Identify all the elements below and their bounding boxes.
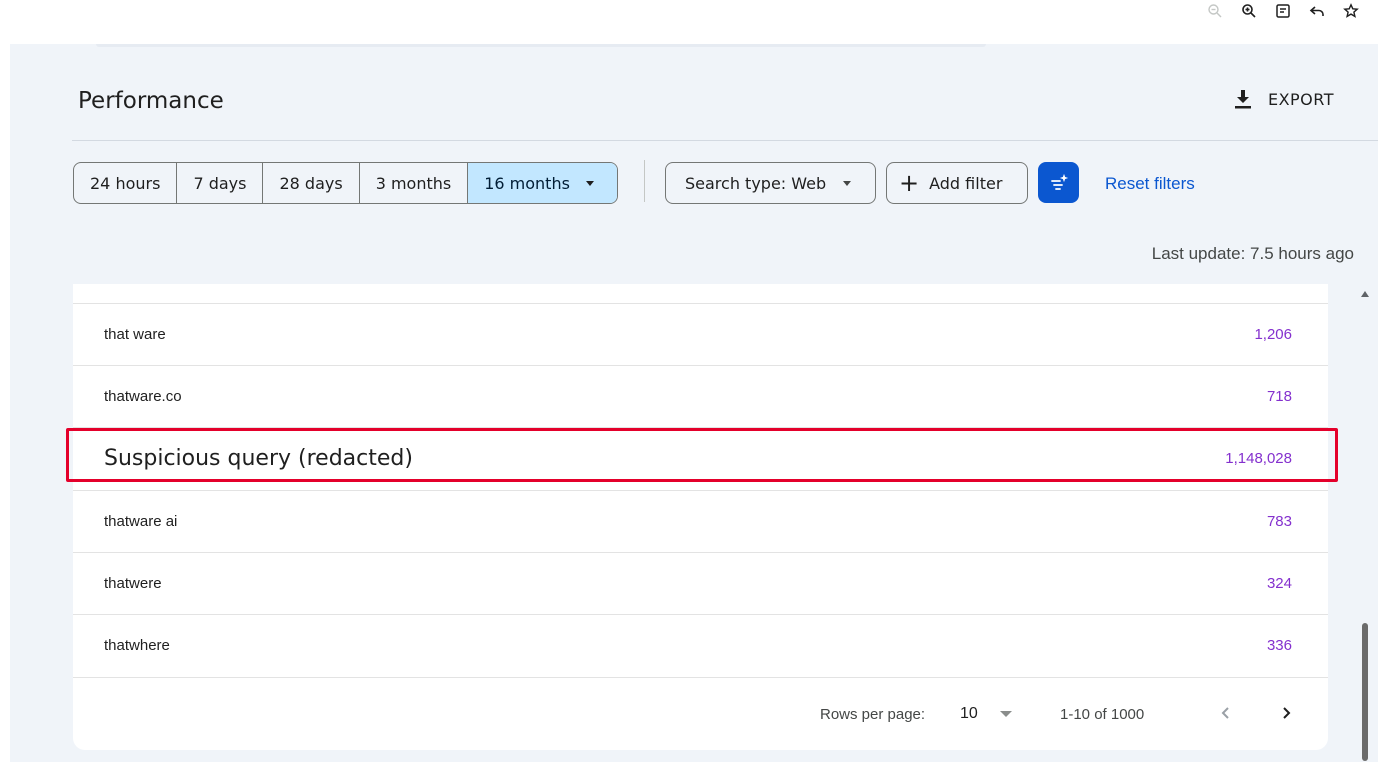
dropdown-arrow-icon bbox=[843, 180, 852, 186]
value-cell: 324 bbox=[1266, 575, 1292, 592]
query-cell: Suspicious query (redacted) bbox=[104, 446, 413, 471]
date-range-16-months[interactable]: 16 months bbox=[468, 163, 618, 203]
browser-toolbar bbox=[0, 0, 1378, 44]
table-row[interactable]: thatware.co 718 bbox=[73, 365, 1328, 427]
rows-per-page-select[interactable]: 10 bbox=[960, 705, 1012, 723]
scroll-up-arrow-icon[interactable] bbox=[1361, 291, 1369, 297]
dropdown-arrow-icon bbox=[999, 711, 1012, 717]
search-type-label: Search type: Web bbox=[685, 173, 827, 193]
title-divider bbox=[72, 140, 1378, 141]
query-cell: that ware bbox=[104, 326, 166, 343]
date-range-label: 28 days bbox=[279, 173, 343, 193]
date-range-3-months[interactable]: 3 months bbox=[360, 163, 469, 203]
search-bar-shadow bbox=[96, 44, 986, 47]
date-range-24-hours[interactable]: 24 hours bbox=[74, 163, 178, 203]
export-button[interactable]: EXPORT bbox=[1232, 88, 1334, 110]
query-cell: thatware ai bbox=[104, 513, 178, 530]
page-scrollbar[interactable] bbox=[1360, 287, 1370, 762]
date-range-7-days[interactable]: 7 days bbox=[177, 163, 264, 203]
table-row[interactable]: thatwhere 336 bbox=[73, 614, 1328, 676]
dropdown-arrow-icon bbox=[585, 180, 594, 186]
query-cell: thatware.co bbox=[104, 388, 182, 405]
download-icon bbox=[1234, 90, 1251, 109]
reset-filters-link[interactable]: Reset filters bbox=[1105, 174, 1195, 194]
date-range-label: 7 days bbox=[193, 173, 247, 193]
chevron-right-icon bbox=[1283, 707, 1291, 719]
date-range-selector: 24 hours 7 days 28 days 3 months 16 mont… bbox=[73, 162, 619, 204]
table-row[interactable]: thatwere 324 bbox=[73, 552, 1328, 614]
zoom-out-icon[interactable] bbox=[1198, 0, 1232, 22]
value-cell: 1,148,028 bbox=[1225, 450, 1292, 467]
value-cell: 336 bbox=[1266, 637, 1292, 654]
filter-suggestions-button[interactable] bbox=[1038, 162, 1079, 203]
bookmark-star-icon[interactable] bbox=[1334, 0, 1368, 22]
queries-table: that ware 1,206 thatware.co 718 Suspicio… bbox=[73, 284, 1328, 750]
browser-toolbar-icons bbox=[1198, 0, 1368, 22]
scrollbar-thumb[interactable] bbox=[1362, 623, 1368, 761]
date-range-label: 24 hours bbox=[90, 173, 161, 193]
next-page-button[interactable] bbox=[1269, 696, 1303, 730]
zoom-in-icon[interactable] bbox=[1232, 0, 1266, 22]
date-range-label: 16 months bbox=[484, 173, 570, 193]
table-row-highlighted[interactable]: Suspicious query (redacted) 1,148,028 bbox=[73, 427, 1328, 489]
date-range-label: 3 months bbox=[375, 173, 452, 193]
export-label: EXPORT bbox=[1267, 89, 1334, 109]
add-filter-button[interactable]: + Add filter bbox=[886, 162, 1028, 204]
page-range-text: 1-10 of 1000 bbox=[1060, 706, 1145, 723]
search-type-dropdown[interactable]: Search type: Web bbox=[665, 162, 876, 204]
value-cell: 718 bbox=[1266, 388, 1292, 405]
rows-per-page-label: Rows per page: bbox=[820, 706, 926, 723]
add-filter-label: Add filter bbox=[929, 173, 1003, 193]
value-cell: 783 bbox=[1266, 513, 1292, 530]
query-cell: thatwhere bbox=[104, 637, 170, 654]
value-cell: 1,206 bbox=[1254, 326, 1292, 343]
date-range-28-days[interactable]: 28 days bbox=[263, 163, 360, 203]
page-title: Performance bbox=[78, 88, 224, 114]
last-update-text: Last update: 7.5 hours ago bbox=[1151, 244, 1354, 263]
filter-separator bbox=[644, 160, 645, 202]
performance-panel: Performance EXPORT 24 hours 7 days 28 da… bbox=[10, 44, 1378, 762]
rows-per-page-value: 10 bbox=[960, 705, 978, 722]
pagination-bar: Rows per page: 10 1-10 of 1000 bbox=[73, 677, 1328, 750]
back-icon[interactable] bbox=[1300, 0, 1334, 22]
query-cell: thatwere bbox=[104, 575, 162, 592]
filter-sparkle-icon bbox=[1050, 173, 1068, 190]
reader-mode-icon[interactable] bbox=[1266, 0, 1300, 22]
previous-page-button[interactable] bbox=[1209, 696, 1243, 730]
chevron-left-icon bbox=[1221, 707, 1229, 719]
table-row[interactable]: thatware ai 783 bbox=[73, 490, 1328, 552]
plus-icon: + bbox=[899, 169, 920, 197]
table-row[interactable]: that ware 1,206 bbox=[73, 303, 1328, 365]
